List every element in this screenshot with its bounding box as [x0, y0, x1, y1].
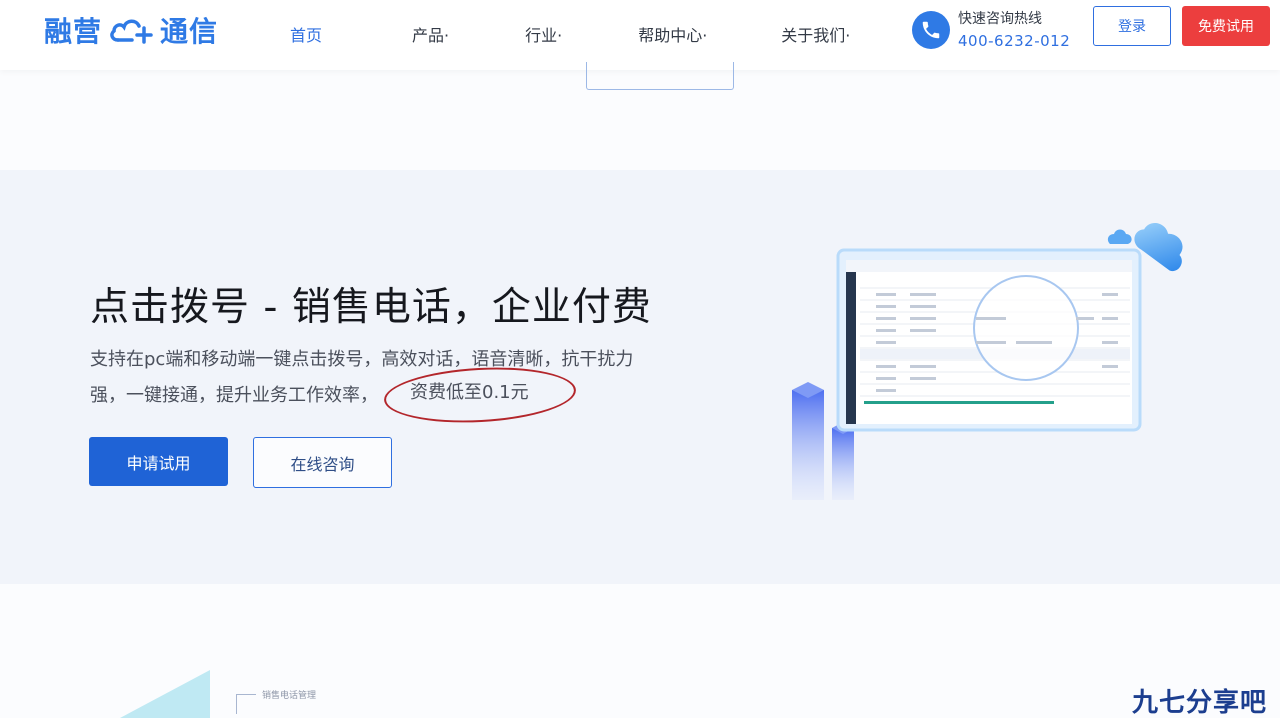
dashboard-illustration	[792, 223, 1183, 500]
free-trial-button[interactable]: 免费试用	[1182, 6, 1270, 46]
hotline: 快速咨询热线 400-6232-012	[912, 8, 1070, 52]
next-section-label: 销售电话管理	[262, 691, 317, 701]
nav-home[interactable]: 首页	[290, 22, 322, 46]
hero-title: 点击拨号 - 销售电话，企业付费	[90, 285, 652, 330]
online-consult-button[interactable]: 在线咨询	[253, 437, 392, 488]
nav-industry[interactable]: 行业·	[525, 22, 562, 46]
phone-icon	[912, 11, 950, 49]
screen-frame	[836, 248, 1142, 432]
hero-section: 点击拨号 - 销售电话，企业付费 支持在pc端和移动端一键点击拨号，高效对话，语…	[0, 170, 1280, 584]
main-nav: 首页 产品· 行业· 帮助中心· 关于我们·	[270, 22, 850, 46]
apply-trial-button[interactable]: 申请试用	[89, 437, 228, 486]
hotline-number[interactable]: 400-6232-012	[958, 30, 1070, 52]
nav-products[interactable]: 产品·	[412, 22, 449, 46]
hotline-label: 快速咨询热线	[958, 11, 1042, 27]
nav-about-us[interactable]: 关于我们·	[781, 22, 850, 46]
watermark: 九七分享吧	[1132, 688, 1268, 718]
brand-name-right: 通信	[160, 15, 219, 48]
nav-help-center[interactable]: 帮助中心·	[638, 22, 707, 46]
site-header: 融营 通信 首页 产品· 行业· 帮助中心· 关于我们· 快速咨询热线 400-…	[0, 0, 1280, 70]
brand-logo[interactable]: 融营 通信	[44, 10, 218, 50]
previous-section-button-edge	[586, 62, 734, 90]
login-button[interactable]: 登录	[1093, 6, 1171, 46]
bottom-bracket-line	[236, 694, 256, 714]
brand-name-left: 融营	[44, 15, 103, 48]
hero-description-line-1: 支持在pc端和移动端一键点击拨号，高效对话，语音清晰，抗干扰力	[90, 349, 634, 370]
bottom-decoration	[120, 670, 210, 718]
cloud-plus-icon	[110, 19, 153, 44]
